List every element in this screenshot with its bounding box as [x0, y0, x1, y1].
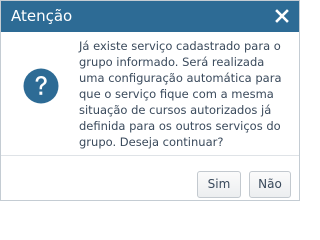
- dialog-title: Atenção: [11, 7, 73, 25]
- no-button[interactable]: Não: [249, 171, 291, 198]
- question-icon: [23, 68, 59, 104]
- dialog-content: Já existe serviço cadastrado para o grup…: [1, 32, 299, 155]
- close-button[interactable]: [271, 5, 293, 27]
- yes-button[interactable]: Sim: [197, 171, 241, 198]
- dialog-footer: Sim Não: [1, 156, 299, 200]
- dialog-message: Já existe serviço cadastrado para o grup…: [79, 39, 282, 149]
- confirm-dialog: Atenção Já existe serviço cadastrado par…: [0, 0, 300, 201]
- close-icon: [275, 9, 289, 23]
- dialog-titlebar: Atenção: [1, 1, 299, 32]
